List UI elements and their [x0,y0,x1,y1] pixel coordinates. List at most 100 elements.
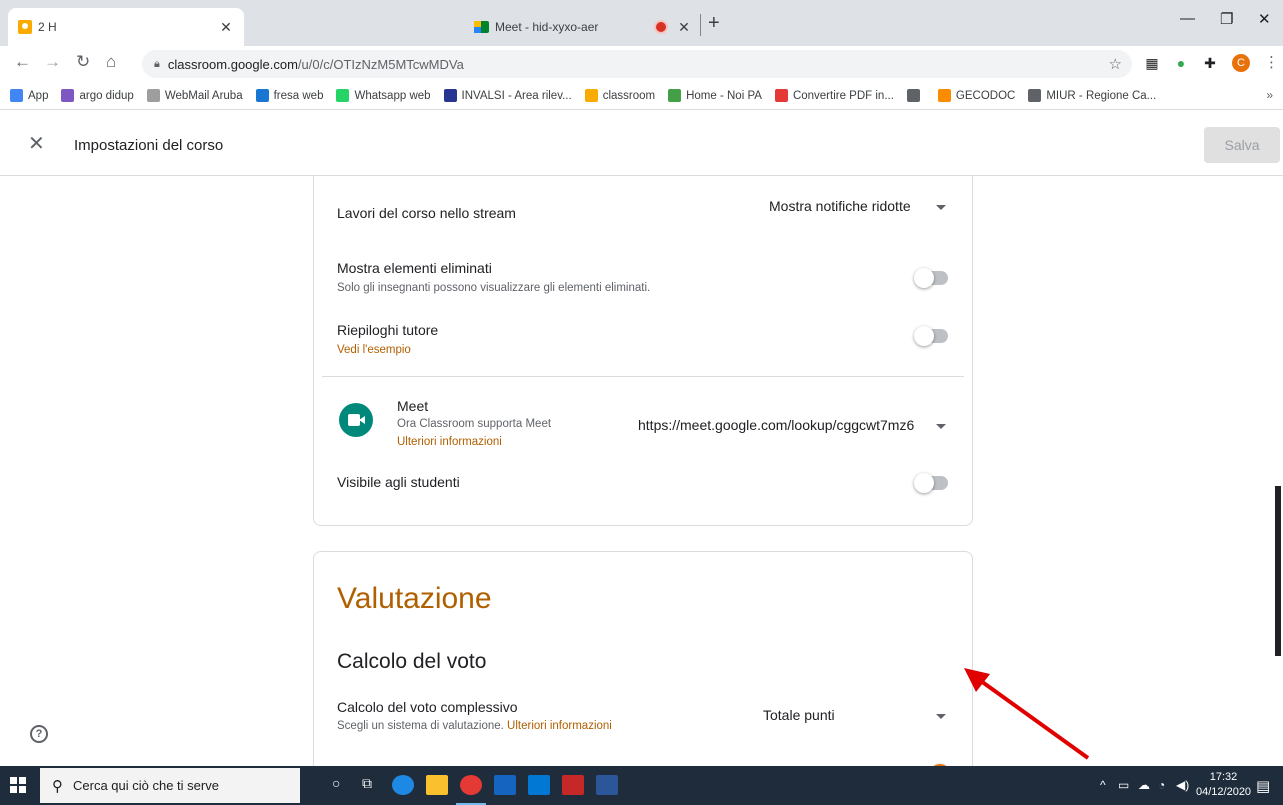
visible-to-students-label: Visibile agli studenti [337,474,460,490]
extensions-puzzle-icon[interactable]: ✚ [1202,55,1218,71]
meet-link-value: https://meet.google.com/lookup/cggcwt7mz… [638,417,915,433]
camera-lens [359,416,365,424]
edge-icon[interactable] [392,775,414,795]
cortana-icon[interactable]: ○ [332,775,354,795]
word-icon[interactable] [596,775,618,795]
minimize-icon[interactable]: — [1180,10,1195,27]
window-close-icon[interactable]: ✕ [1258,10,1271,28]
deleted-items-toggle[interactable] [914,268,950,288]
guardian-summaries-toggle[interactable] [914,326,950,346]
bookmark-label: MIUR - Regione Ca... [1046,89,1157,102]
tab-title: 2 H [38,20,57,34]
bookmark-item[interactable]: Home - Noi PA [668,89,762,102]
back-icon[interactable]: ← [14,52,31,72]
bookmark-favicon-icon [774,89,788,102]
tab-classroom[interactable]: 2 H ✕ [8,8,244,46]
overall-grade-description-text: Scegli un sistema di valutazione. [337,720,504,732]
task-view-icon[interactable]: ⧉ [362,775,384,795]
bookmark-item[interactable]: INVALSI - Area rilev... [443,89,572,102]
page-scrollbar[interactable] [1275,486,1281,656]
bookmark-star-icon[interactable]: ☆ [1109,55,1122,73]
grade-calculation-title: Calcolo del voto [337,650,487,673]
bookmark-item[interactable]: argo didup [61,89,134,102]
deleted-items-description: Solo gli insegnanti possono visualizzare… [337,282,651,294]
bookmark-item[interactable]: Whatsapp web [336,89,431,102]
clock-date: 04/12/2020 [1196,786,1252,798]
chevron-down-icon [936,424,946,429]
maps-extension-icon[interactable]: ● [1173,55,1189,71]
red-arrow-annotation [964,668,1090,760]
home-icon[interactable]: ⌂ [106,52,116,72]
bookmark-label: Whatsapp web [354,89,431,102]
browser-tab-strip: 2 H ✕ Meet - hid-xyxo-aer ✕ + — ❐ ✕ [0,0,1283,46]
bookmark-item[interactable]: GECODOC [937,89,1016,102]
settings-header: ✕ Impostazioni del corso Salva [0,110,1283,176]
extension-grid-icon[interactable]: ▦ [1144,55,1160,71]
recording-icon [656,22,666,32]
bookmark-favicon-icon [906,89,920,102]
bookmark-item[interactable] [906,89,925,102]
settings-content: Lavori del corso nello stream Mostra not… [0,176,1283,766]
bookmark-label: Home - Noi PA [686,89,762,102]
url-host: classroom.google.com [167,56,298,72]
close-tab-icon[interactable]: ✕ [676,19,692,36]
overall-grade-label: Calcolo del voto complessivo [337,699,518,715]
bookmark-item[interactable]: App [10,89,48,102]
bookmark-favicon-icon [668,89,682,102]
windows-start-icon[interactable] [10,777,26,793]
onedrive-icon[interactable]: ☁ [1138,778,1150,792]
guardian-summaries-label: Riepiloghi tutore [337,322,439,338]
tab-meet[interactable]: Meet - hid-xyxo-aer ✕ [244,8,692,46]
bookmark-label: GECODOC [955,89,1016,102]
more-bookmarks-icon[interactable]: » [1266,88,1273,102]
bookmarks-bar: App argo didup WebMail Aruba fresa web Whats… [0,82,1283,110]
close-tab-icon[interactable]: ✕ [218,19,234,36]
address-bar[interactable]: 🔒︎ classroom.google.com /u/0/c/OTIzNzM5M… [142,50,1132,78]
see-example-link[interactable]: Vedi l'esempio [337,344,411,356]
notifications-icon[interactable]: ▤ [1256,777,1270,795]
bookmark-label: argo didup [79,89,134,102]
deleted-items-label: Mostra elementi eliminati [337,260,492,276]
chrome-icon[interactable] [460,775,482,795]
chevron-down-icon [936,714,946,719]
meet-more-info-link[interactable]: Ulteriori informazioni [397,436,502,448]
bookmark-label: App [28,89,49,102]
bookmark-item[interactable]: WebMail Aruba [146,89,243,102]
pdf-app-icon[interactable] [562,775,584,795]
restore-icon[interactable]: ❐ [1220,10,1233,28]
tray-chevron-icon[interactable]: ^ [1100,778,1106,792]
meet-logo-icon [339,403,373,437]
bookmark-favicon-icon [937,89,951,102]
bookmark-item[interactable]: fresa web [255,89,323,102]
store-icon[interactable] [494,775,516,795]
wifi-icon[interactable]: ◔ [1158,778,1165,792]
windows-taskbar: ⚲ Cerca qui ciò che ti serve ○ ⧉ ^ ▭ ☁ ◔… [0,766,1283,805]
help-icon[interactable]: ? [30,725,48,743]
file-explorer-icon[interactable] [426,775,448,795]
grading-more-info-link[interactable]: Ulteriori informazioni [507,720,612,732]
toggle-thumb [914,268,934,288]
bookmark-label: WebMail Aruba [164,89,243,102]
classroom-icon [18,20,32,34]
grading-section-title: Valutazione [337,582,492,615]
close-icon[interactable]: ✕ [28,134,45,154]
bookmark-item[interactable]: MIUR - Regione Ca... [1028,89,1156,102]
tab-divider [700,14,701,36]
battery-icon[interactable]: ▭ [1118,778,1129,792]
visible-to-students-toggle[interactable] [914,473,950,493]
browser-menu-icon[interactable]: ⋮ [1264,53,1279,71]
system-clock[interactable]: 17:32 04/12/2020 [1196,770,1251,800]
save-button[interactable]: Salva [1204,127,1280,163]
bookmark-favicon-icon [584,89,598,102]
bookmark-item[interactable]: Convertire PDF in... [774,89,894,102]
forward-icon[interactable]: → [44,52,61,72]
bookmark-item[interactable]: classroom [584,89,655,102]
volume-icon[interactable]: ◀) [1176,778,1189,792]
mail-icon[interactable] [528,775,550,795]
new-tab-button[interactable]: + [708,12,720,35]
reload-icon[interactable]: ↻ [76,52,90,72]
stream-setting-value: Mostra notifiche ridotte [769,198,911,214]
taskbar-search-box[interactable]: ⚲ Cerca qui ciò che ti serve [40,768,300,803]
profile-avatar[interactable]: C [1232,54,1250,72]
bookmark-list: App argo didup WebMail Aruba fresa web Whats… [10,89,1169,102]
